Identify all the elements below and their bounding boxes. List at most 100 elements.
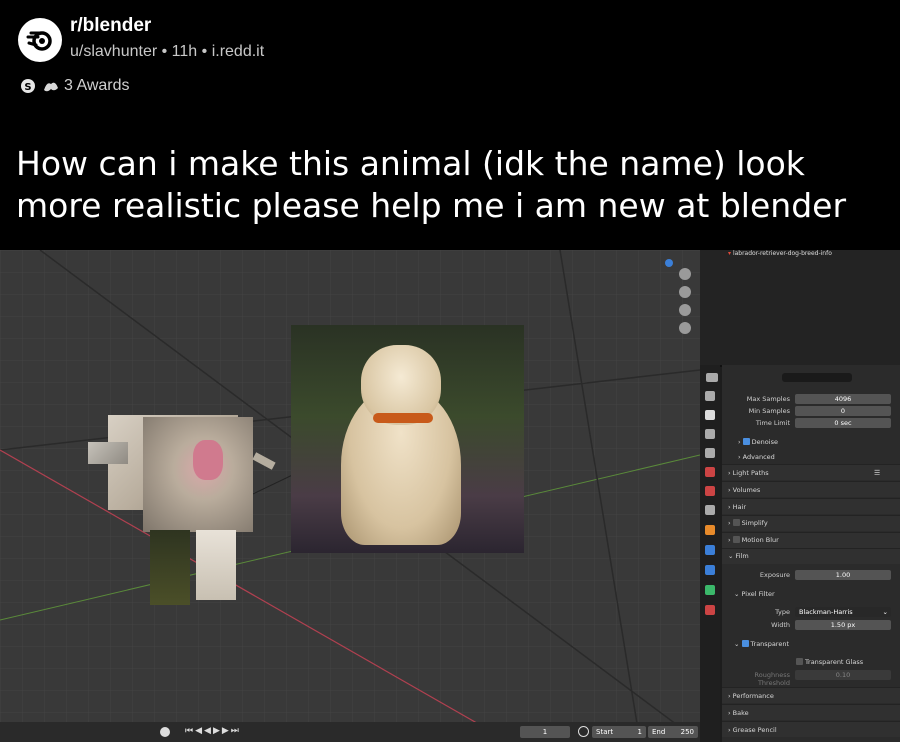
transparent-glass-checkbox[interactable]: [796, 658, 803, 665]
advanced-subpanel[interactable]: › Advanced: [738, 453, 775, 461]
min-samples-field[interactable]: 0: [795, 406, 891, 416]
simplify-label: Simplify: [741, 519, 768, 527]
bake-section[interactable]: › Bake: [728, 709, 749, 717]
advanced-label: Advanced: [742, 453, 775, 461]
hair-bar[interactable]: [722, 498, 900, 514]
render-properties-icon[interactable]: [705, 410, 715, 420]
motion-blur-section[interactable]: › Motion Blur: [728, 536, 779, 544]
model-tongue: [193, 440, 223, 480]
output-properties-icon[interactable]: [705, 429, 715, 439]
max-samples-label: Max Samples: [746, 395, 790, 403]
denoise-checkbox[interactable]: [742, 438, 750, 445]
filter-type-value: Blackman-Harris: [799, 608, 853, 616]
dog-collar-shape: [373, 413, 433, 423]
light-paths-label: Light Paths: [732, 469, 769, 477]
svg-text:S: S: [24, 82, 31, 93]
awards-row[interactable]: S 3 Awards: [20, 77, 130, 95]
time-limit-field[interactable]: 0 sec: [795, 418, 891, 428]
transparent-glass-label: Transparent Glass: [805, 658, 864, 666]
performance-label: Performance: [732, 692, 774, 700]
film-section[interactable]: ⌄ Film: [728, 552, 749, 560]
volumes-label: Volumes: [732, 486, 761, 494]
record-icon[interactable]: [160, 727, 170, 737]
pixel-filter-subpanel[interactable]: ⌄ Pixel Filter: [734, 590, 775, 598]
exposure-label: Exposure: [759, 571, 790, 579]
dog-model-object[interactable]: [88, 405, 276, 605]
silver-award-icon: S: [20, 78, 36, 94]
denoise-subpanel[interactable]: › Denoise: [738, 438, 778, 446]
transparent-label: Transparent: [750, 640, 789, 648]
tool-icon[interactable]: [705, 391, 715, 401]
transparent-checkbox[interactable]: [741, 640, 749, 647]
outliner-item-label: labrador-retriever-dog-breed-info: [732, 250, 832, 257]
end-value: 250: [680, 728, 694, 736]
roughness-threshold-label: Roughness Threshold: [754, 671, 790, 687]
film-label: Film: [735, 552, 749, 560]
filter-width-field[interactable]: 1.50 px: [795, 620, 891, 630]
model-leg-back: [196, 530, 236, 600]
exposure-field[interactable]: 1.00: [795, 570, 891, 580]
world-icon[interactable]: [705, 486, 715, 496]
author-link[interactable]: u/slavhunter: [70, 43, 157, 60]
denoise-label: Denoise: [751, 438, 778, 446]
particles-icon[interactable]: [705, 565, 715, 575]
current-frame-field[interactable]: 1: [520, 726, 570, 738]
performance-section[interactable]: › Performance: [728, 692, 774, 700]
post-header: r/blender u/slavhunter • 11h • i.redd.it…: [0, 0, 900, 250]
outliner[interactable]: ▾ labrador-retriever-dog-breed-info: [700, 250, 900, 367]
start-label: Start: [596, 728, 614, 736]
post-domain[interactable]: i.redd.it: [212, 43, 264, 60]
list-icon[interactable]: ☰: [874, 469, 880, 477]
modifier-icon[interactable]: [705, 545, 715, 555]
timeline-bar[interactable]: ⏮◀◀▶▶⏭ 1 Start 1 End 250: [0, 722, 700, 742]
transparent-subpanel[interactable]: ⌄ Transparent: [734, 640, 789, 648]
outliner-item[interactable]: ▾ labrador-retriever-dog-breed-info: [728, 250, 832, 257]
pan-hand-icon[interactable]: [679, 286, 691, 298]
dog-reference-image-plane[interactable]: [291, 325, 524, 553]
grease-pencil-section[interactable]: › Grease Pencil: [728, 726, 777, 734]
hair-section[interactable]: › Hair: [728, 503, 746, 511]
transparent-glass-row[interactable]: Transparent Glass: [796, 658, 863, 666]
time-limit-label: Time Limit: [755, 419, 790, 427]
subreddit-name[interactable]: r/blender: [70, 15, 151, 37]
texture-icon[interactable]: [705, 605, 715, 615]
bake-label: Bake: [732, 709, 749, 717]
object-icon[interactable]: [705, 525, 715, 535]
properties-search-input[interactable]: [782, 373, 852, 382]
roughness-threshold-field[interactable]: 0.10: [795, 670, 891, 680]
motion-blur-checkbox[interactable]: [732, 536, 740, 543]
separator-dot: •: [201, 43, 212, 60]
physics-icon[interactable]: [705, 585, 715, 595]
scene-icon[interactable]: [705, 467, 715, 477]
camera-icon[interactable]: [679, 304, 691, 316]
render-properties-panel: Max Samples 4096 Min Samples 0 Time Limi…: [706, 365, 900, 742]
simplify-section[interactable]: › Simplify: [728, 519, 768, 527]
viewport-nav-gizmo[interactable]: [679, 268, 693, 340]
properties-tab-strip[interactable]: [700, 365, 720, 742]
simplify-checkbox[interactable]: [732, 519, 740, 526]
model-leg-front: [150, 530, 190, 605]
bake-bar[interactable]: [722, 704, 900, 720]
filter-type-select[interactable]: Blackman-Harris ⌄: [795, 607, 891, 617]
start-frame-field[interactable]: Start 1: [592, 726, 646, 738]
start-value: 1: [637, 728, 642, 736]
end-frame-field[interactable]: End 250: [648, 726, 698, 738]
blender-side-panel: ▾ labrador-retriever-dog-breed-info Max …: [700, 250, 900, 742]
post-meta: u/slavhunter • 11h • i.redd.it: [70, 43, 264, 61]
zoom-icon[interactable]: [679, 268, 691, 280]
light-paths-section[interactable]: › Light Paths: [728, 469, 769, 477]
post-title[interactable]: How can i make this animal (idk the name…: [16, 143, 896, 227]
grid-view-icon[interactable]: [679, 322, 691, 334]
post-image[interactable]: ⏮◀◀▶▶⏭ 1 Start 1 End 250 ▾ labrador-retr…: [0, 250, 900, 742]
blender-3d-viewport[interactable]: ⏮◀◀▶▶⏭ 1 Start 1 End 250: [0, 250, 700, 742]
volumes-section[interactable]: › Volumes: [728, 486, 760, 494]
width-label: Width: [771, 621, 790, 629]
view-layer-icon[interactable]: [705, 448, 715, 458]
max-samples-field[interactable]: 4096: [795, 394, 891, 404]
playback-controls[interactable]: ⏮◀◀▶▶⏭: [185, 726, 241, 736]
editor-type-icon[interactable]: [706, 373, 718, 382]
subreddit-logo-icon[interactable]: [18, 18, 62, 62]
collection-icon[interactable]: [705, 505, 715, 515]
end-label: End: [652, 728, 666, 736]
separator-dot: •: [161, 43, 172, 60]
